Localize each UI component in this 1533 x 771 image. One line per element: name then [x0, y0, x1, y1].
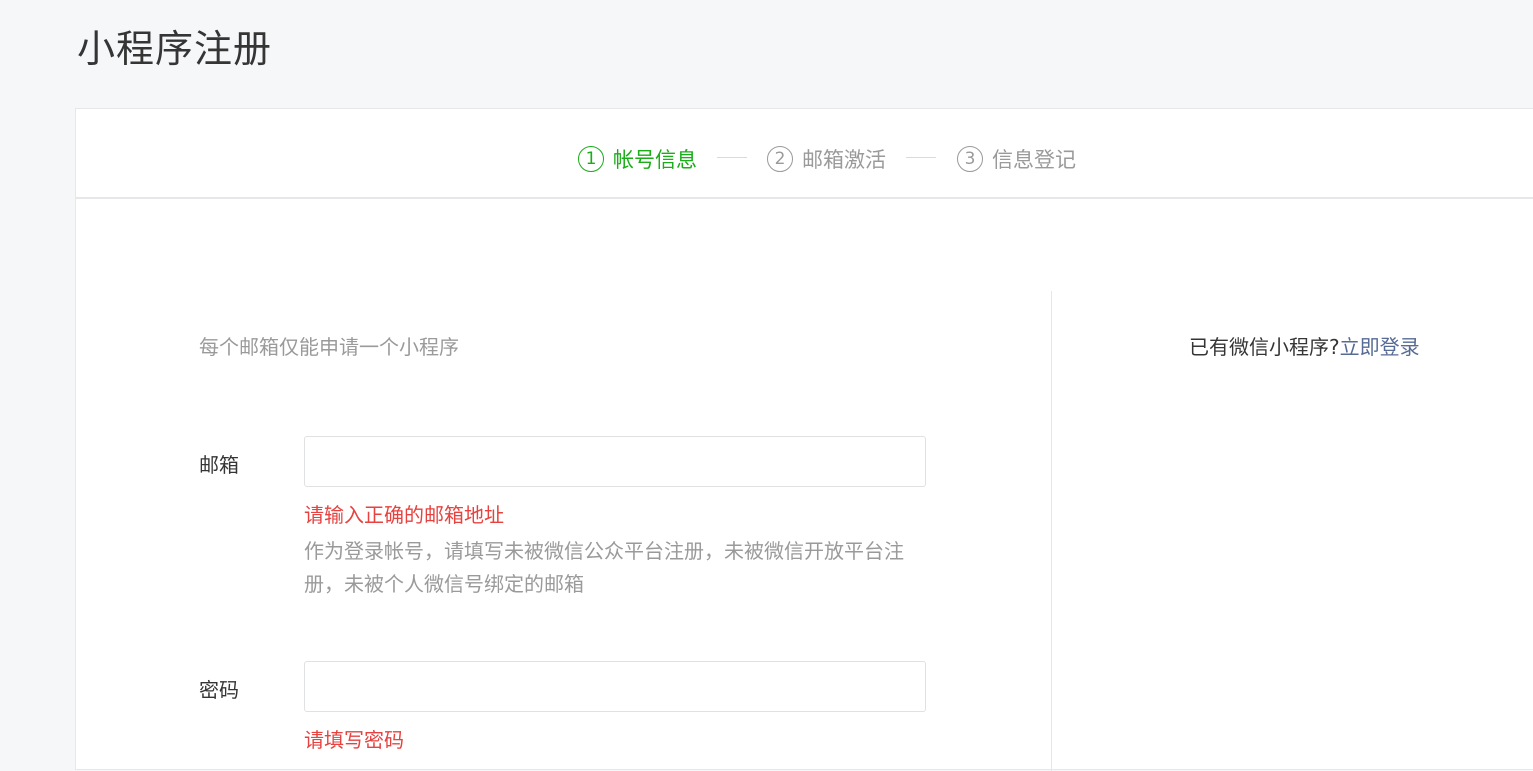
password-label: 密码 [199, 678, 239, 702]
login-prompt-text: 已有微信小程序? [1189, 335, 1340, 359]
step-account-info: 1 帐号信息 [578, 144, 697, 174]
step-number: 2 [767, 146, 793, 172]
email-error: 请输入正确的邮箱地址 [304, 503, 504, 527]
step-separator [717, 157, 747, 158]
form-intro: 每个邮箱仅能申请一个小程序 [199, 335, 459, 359]
email-input[interactable] [304, 436, 926, 487]
password-error: 请填写密码 [304, 728, 404, 752]
step-info-registration: 3 信息登记 [957, 144, 1076, 174]
email-hint: 作为登录帐号，请填写未被微信公众平台注册，未被微信开放平台注册，未被个人微信号绑… [304, 539, 904, 596]
password-input[interactable] [304, 661, 926, 712]
registration-card: 1 帐号信息 2 邮箱激活 3 信息登记 每个邮箱仅能申请一个小程序 已有微信小… [75, 108, 1533, 771]
step-label: 帐号信息 [613, 148, 697, 172]
email-label: 邮箱 [199, 453, 239, 477]
page-title: 小程序注册 [77, 27, 273, 71]
login-prompt: 已有微信小程序?立即登录 [1189, 331, 1420, 360]
column-divider [1051, 291, 1052, 771]
step-separator [906, 157, 936, 158]
step-email-activation: 2 邮箱激活 [767, 144, 886, 174]
login-link[interactable]: 立即登录 [1340, 335, 1420, 359]
step-label: 邮箱激活 [802, 148, 886, 172]
step-number: 3 [957, 146, 983, 172]
step-label: 信息登记 [992, 148, 1076, 172]
step-indicator: 1 帐号信息 2 邮箱激活 3 信息登记 [76, 109, 1533, 199]
step-number: 1 [578, 146, 604, 172]
